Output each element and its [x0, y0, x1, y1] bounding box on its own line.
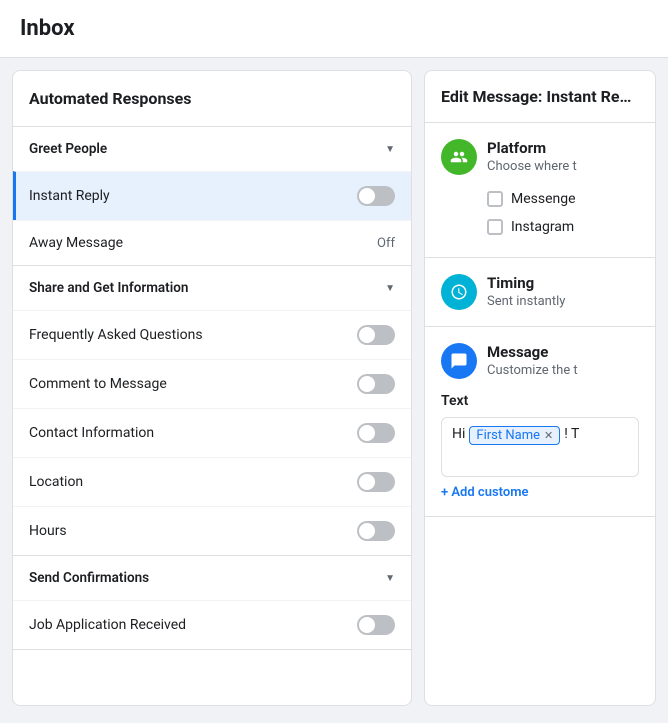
- timing-desc: Sent instantly: [487, 294, 565, 309]
- toggle-slider-job: [357, 615, 395, 635]
- location-label: Location: [29, 474, 83, 490]
- section-share-info: Share and Get Information ▼ Frequently A…: [13, 266, 411, 556]
- edit-section-message: Message Customize the t Text Hi First Na…: [425, 327, 655, 517]
- toggle-slider-hours: [357, 521, 395, 541]
- edit-section-platform: Platform Choose where t Messenge Instagr…: [425, 123, 655, 258]
- chevron-down-icon: ▼: [385, 144, 395, 155]
- chip-close-icon[interactable]: ✕: [544, 429, 553, 442]
- timing-title: Timing: [487, 274, 565, 292]
- platform-title: Platform: [487, 139, 577, 157]
- page-title: Inbox: [20, 16, 648, 41]
- edit-section-timing-top: Timing Sent instantly: [441, 274, 639, 310]
- list-item-job-application[interactable]: Job Application Received: [13, 600, 411, 649]
- instagram-checkbox[interactable]: [487, 219, 503, 235]
- platform-desc: Choose where t: [487, 159, 577, 174]
- job-application-toggle[interactable]: [357, 615, 395, 635]
- section-header-confirmations[interactable]: Send Confirmations ▼: [13, 556, 411, 600]
- list-item-faq[interactable]: Frequently Asked Questions: [13, 310, 411, 359]
- job-application-label: Job Application Received: [29, 617, 186, 633]
- contact-info-label: Contact Information: [29, 425, 154, 441]
- hours-toggle[interactable]: [357, 521, 395, 541]
- section-greet-people: Greet People ▼ Instant Reply Away Messag…: [13, 127, 411, 266]
- comment-message-toggle[interactable]: [357, 374, 395, 394]
- instagram-label: Instagram: [511, 219, 574, 235]
- list-item-location[interactable]: Location: [13, 457, 411, 506]
- instant-reply-toggle[interactable]: [357, 186, 395, 206]
- platform-options: Messenge Instagram: [441, 185, 639, 241]
- panel-header: Automated Responses: [13, 71, 411, 127]
- edit-section-timing: Timing Sent instantly: [425, 258, 655, 327]
- people-icon: [450, 148, 468, 166]
- section-header-greet-people[interactable]: Greet People ▼: [13, 127, 411, 171]
- messenger-label: Messenge: [511, 191, 576, 207]
- instant-reply-label: Instant Reply: [29, 188, 110, 204]
- clock-icon: [450, 283, 468, 301]
- platform-text: Platform Choose where t: [487, 139, 577, 174]
- list-item-away-message[interactable]: Away Message Off: [13, 220, 411, 265]
- right-panel-header: Edit Message: Instant Reply: [425, 71, 655, 123]
- platform-option-instagram: Instagram: [487, 213, 639, 241]
- away-message-value: Off: [377, 236, 395, 251]
- faq-label: Frequently Asked Questions: [29, 327, 203, 343]
- location-toggle[interactable]: [357, 472, 395, 492]
- edit-section-message-top: Message Customize the t: [441, 343, 639, 379]
- text-input-area[interactable]: Hi First Name ✕ ! T: [441, 417, 639, 477]
- chip-label: First Name: [476, 428, 540, 443]
- right-panel: Edit Message: Instant Reply Platform Cho…: [424, 70, 656, 706]
- timing-icon-circle: [441, 274, 477, 310]
- text-chip-firstname[interactable]: First Name ✕: [469, 426, 560, 445]
- section-send-confirmations: Send Confirmations ▼ Job Application Rec…: [13, 556, 411, 650]
- toggle-slider-faq: [357, 325, 395, 345]
- main-content: Automated Responses Greet People ▼ Insta…: [0, 58, 668, 718]
- messenger-checkbox[interactable]: [487, 191, 503, 207]
- message-icon: [450, 352, 468, 370]
- message-icon-circle: [441, 343, 477, 379]
- timing-text: Timing Sent instantly: [487, 274, 565, 309]
- contact-info-toggle[interactable]: [357, 423, 395, 443]
- toggle-slider: [357, 186, 395, 206]
- platform-icon-circle: [441, 139, 477, 175]
- text-section: Text Hi First Name ✕ ! T + Add custome: [441, 393, 639, 500]
- section-header-label: Greet People: [29, 141, 107, 157]
- away-message-label: Away Message: [29, 235, 123, 251]
- faq-toggle[interactable]: [357, 325, 395, 345]
- comment-message-label: Comment to Message: [29, 376, 167, 392]
- text-label: Text: [441, 393, 639, 409]
- chevron-down-icon-confirmations: ▼: [385, 573, 395, 584]
- chevron-down-icon-share: ▼: [385, 283, 395, 294]
- section-header-label-share: Share and Get Information: [29, 280, 188, 296]
- toggle-slider-location: [357, 472, 395, 492]
- left-panel: Automated Responses Greet People ▼ Insta…: [12, 70, 412, 706]
- section-header-label-confirmations: Send Confirmations: [29, 570, 149, 586]
- platform-option-messenger: Messenge: [487, 185, 639, 213]
- text-after: ! T: [564, 426, 579, 442]
- toggle-slider-comment: [357, 374, 395, 394]
- message-desc: Customize the t: [487, 363, 578, 378]
- message-text: Message Customize the t: [487, 343, 578, 378]
- text-prefix: Hi: [452, 426, 465, 442]
- list-item-instant-reply[interactable]: Instant Reply: [13, 171, 411, 220]
- hours-label: Hours: [29, 523, 67, 539]
- page-header: Inbox: [0, 0, 668, 58]
- list-item-contact-info[interactable]: Contact Information: [13, 408, 411, 457]
- message-title: Message: [487, 343, 578, 361]
- edit-section-platform-top: Platform Choose where t: [441, 139, 639, 175]
- list-item-comment-to-message[interactable]: Comment to Message: [13, 359, 411, 408]
- list-item-hours[interactable]: Hours: [13, 506, 411, 555]
- section-header-share-info[interactable]: Share and Get Information ▼: [13, 266, 411, 310]
- add-customize-link[interactable]: + Add custome: [441, 477, 639, 500]
- toggle-slider-contact: [357, 423, 395, 443]
